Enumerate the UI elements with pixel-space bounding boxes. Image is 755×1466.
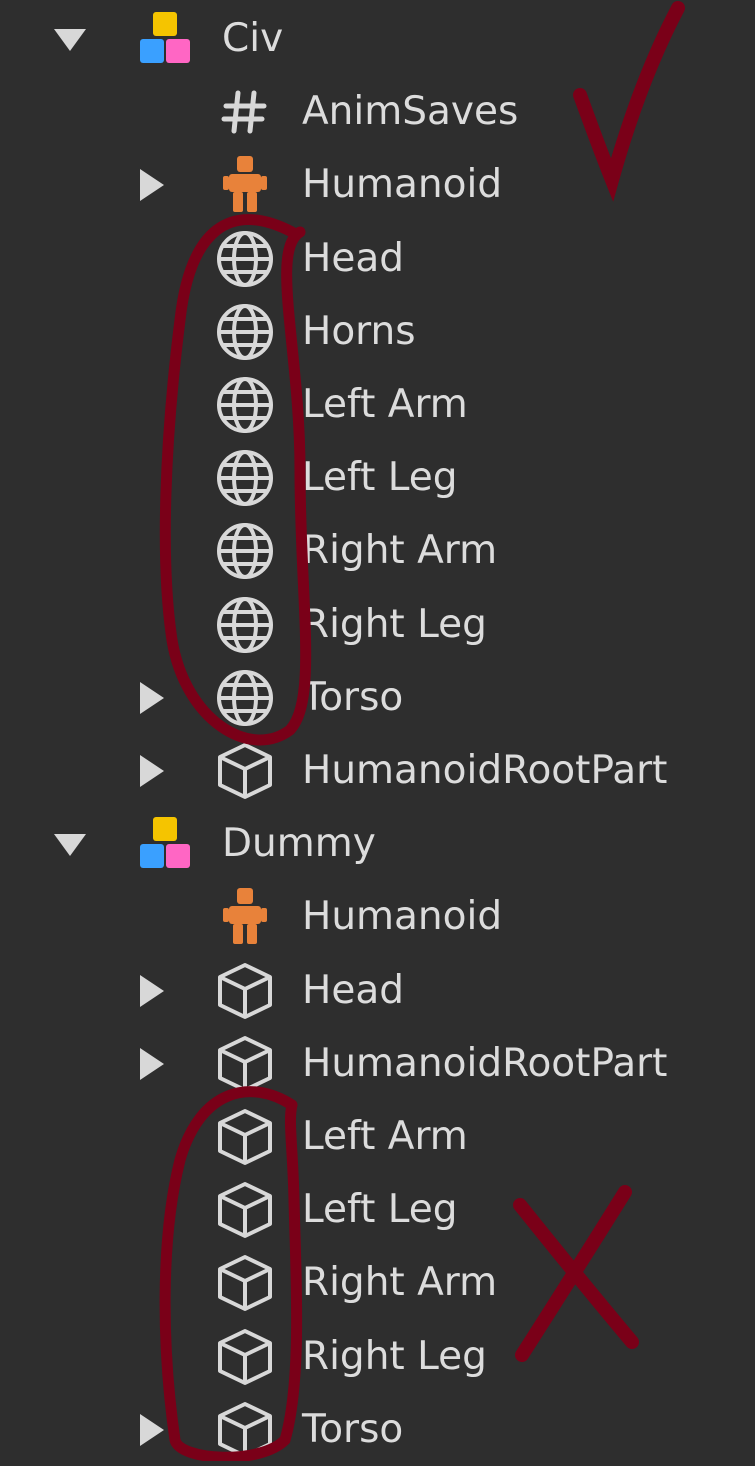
tree-item-humanoid[interactable]: Humanoid [0,880,755,953]
tree-item-dummy[interactable]: Dummy [0,807,755,880]
part-icon [214,1252,276,1314]
tree-item-label: Torso [302,1406,404,1452]
tree-item-humanoid[interactable]: Humanoid [0,148,755,221]
tree-item-label: Right Arm [302,528,498,574]
tree-item-horns[interactable]: Horns [0,295,755,368]
tree-item-label: Civ [222,16,284,61]
mesh-part-icon [214,447,276,509]
tree-item-animsaves[interactable]: AnimSaves [0,75,755,148]
tree-item-humanoidrootpart[interactable]: HumanoidRootPart [0,734,755,807]
chevron-right-icon[interactable] [132,165,172,205]
tree-item-left-arm[interactable]: Left Arm [0,1100,755,1173]
tree-item-label: Left Arm [302,382,468,427]
mesh-part-icon [214,594,276,656]
tree-item-label: Head [302,235,404,281]
tree-item-left-arm[interactable]: Left Arm [0,368,755,441]
part-icon [214,960,276,1022]
tree-item-head[interactable]: Head [0,222,755,295]
tree-item-label: Right Leg [302,1333,487,1379]
chevron-right-icon[interactable] [132,971,172,1011]
tree-item-label: Humanoid [302,894,503,940]
model-icon [135,8,197,70]
tree-item-label: Dummy [222,821,376,867]
part-icon [214,740,276,802]
chevron-down-icon[interactable] [50,19,90,59]
tree-item-left-leg[interactable]: Left Leg [0,441,755,514]
tree-item-label: Right Arm [302,1260,498,1306]
part-icon [214,1399,276,1461]
tree-item-label: Humanoid [302,162,503,208]
mesh-part-icon [214,520,276,582]
number-value-icon [214,81,276,143]
tree-item-label: Left Leg [302,455,458,501]
tree-item-label: Horns [302,308,416,354]
tree-item-right-leg[interactable]: Right Leg [0,1320,755,1393]
tree-item-label: Torso [302,674,404,720]
mesh-part-icon [214,667,276,729]
mesh-part-icon [214,374,276,436]
chevron-down-icon[interactable] [50,824,90,864]
tree-item-label: Right Leg [302,601,487,647]
explorer-tree: Civ AnimSaves Humanoid Head Horns Left A… [0,0,755,1461]
tree-item-torso[interactable]: Torso [0,661,755,734]
chevron-right-icon[interactable] [132,751,172,791]
tree-item-right-leg[interactable]: Right Leg [0,588,755,661]
mesh-part-icon [214,301,276,363]
tree-item-label: Left Arm [302,1114,468,1159]
tree-item-label: Head [302,967,404,1013]
mesh-part-icon [214,228,276,290]
humanoid-icon [214,154,276,216]
tree-item-right-arm[interactable]: Right Arm [0,1246,755,1319]
tree-item-label: HumanoidRootPart [302,748,668,793]
part-icon [214,1326,276,1388]
tree-item-humanoidrootpart[interactable]: HumanoidRootPart [0,1027,755,1100]
tree-item-label: Left Leg [302,1187,458,1233]
chevron-right-icon[interactable] [132,678,172,718]
tree-item-right-arm[interactable]: Right Arm [0,514,755,587]
part-icon [214,1179,276,1241]
part-icon [214,1106,276,1168]
part-icon [214,1033,276,1095]
humanoid-icon [214,886,276,948]
chevron-right-icon[interactable] [132,1044,172,1084]
tree-item-torso[interactable]: Torso [0,1393,755,1466]
chevron-right-icon[interactable] [132,1410,172,1450]
tree-item-label: HumanoidRootPart [302,1040,668,1086]
tree-item-left-leg[interactable]: Left Leg [0,1173,755,1246]
tree-item-label: AnimSaves [302,89,519,135]
model-icon [135,813,197,875]
tree-item-head[interactable]: Head [0,954,755,1027]
tree-item-civ[interactable]: Civ [0,2,755,75]
